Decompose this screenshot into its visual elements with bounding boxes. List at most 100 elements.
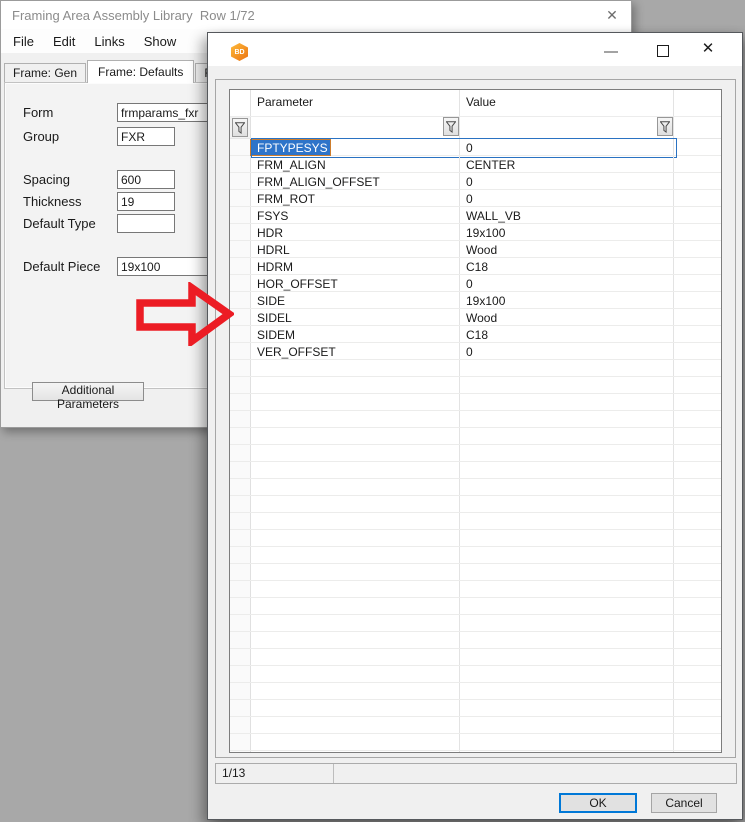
empty-row [230,360,721,377]
parameter-name: HDR [251,225,283,240]
parameter-name: HDRM [251,259,293,274]
table-row[interactable]: HDRM C18 [230,258,721,275]
empty-row [230,683,721,700]
parameter-name: SIDEM [251,327,295,342]
parameter-column-header: Parameter [251,90,459,109]
ok-button[interactable]: OK [559,793,637,813]
row-filter-funnel-button[interactable] [232,118,248,137]
parameter-value: Wood [460,242,497,257]
cancel-button[interactable]: Cancel [651,793,717,813]
maximize-icon[interactable] [657,45,669,57]
parameter-name: SIDE [251,293,285,308]
empty-row [230,615,721,632]
default-type-input[interactable] [117,214,175,233]
parameter-grid-panel: Parameter Value [215,79,736,758]
parameter-value: WALL_VB [460,208,521,223]
table-row[interactable]: FRM_ALIGN CENTER [230,156,721,173]
desktop: Framing Area Assembly Library Row 1/72 ✕… [0,0,745,822]
parameter-name: FRM_ALIGN [251,157,326,172]
parameter-value: 0 [460,174,473,189]
library-close-icon[interactable]: ✕ [601,6,623,24]
empty-row [230,751,721,753]
value-filter-funnel-button[interactable] [657,117,673,136]
empty-row [230,649,721,666]
table-row[interactable]: HDRL Wood [230,241,721,258]
empty-row [230,734,721,751]
tab-label: Frame: Gen [13,66,77,80]
table-row[interactable]: FPTYPESYS 0 [230,139,721,156]
spacing-input[interactable] [117,170,175,189]
empty-row [230,700,721,717]
parameter-value: 19x100 [460,293,505,308]
empty-row [230,513,721,530]
additional-parameters-button[interactable]: Additional Parameters [32,382,144,401]
form-label: Form [23,105,53,120]
row-count-indicator: 1/13 [216,764,334,783]
menu-item[interactable]: Edit [50,32,78,51]
parameter-filter-funnel-button[interactable] [443,117,459,136]
value-column-header: Value [460,90,673,109]
parameter-name: FRM_ROT [251,191,315,206]
parameter-value: 0 [460,191,473,206]
parameter-value: Wood [460,310,497,325]
empty-row [230,394,721,411]
filter-row [230,117,721,139]
parameter-name: HOR_OFFSET [251,276,338,291]
parameters-dialog: BD ✕ Parameter Value [207,32,743,820]
table-row[interactable]: SIDEL Wood [230,309,721,326]
parameter-name: HDRL [251,242,290,257]
funnel-icon [660,121,670,133]
value-filter-input[interactable] [460,117,656,138]
table-row[interactable]: FSYS WALL_VB [230,207,721,224]
dialog-titlebar: BD ✕ [208,33,742,66]
empty-row [230,547,721,564]
param-table-rows: FPTYPESYS 0 FRM_ALIGN CENTER [230,139,721,753]
tab-label: Frame: Defaults [98,65,183,79]
menu-item[interactable]: Show [141,32,180,51]
group-label: Group [23,129,59,144]
parameter-value: 0 [460,276,473,291]
parameter-value: 19x100 [460,225,505,240]
empty-row [230,428,721,445]
empty-row [230,496,721,513]
parameter-value: CENTER [460,157,515,172]
parameter-value: 0 [460,344,473,359]
parameter-name: FPTYPESYS [251,140,330,155]
empty-row [230,479,721,496]
table-row[interactable]: FRM_ALIGN_OFFSET 0 [230,173,721,190]
table-header-row: Parameter Value [230,90,721,117]
table-row[interactable]: FRM_ROT 0 [230,190,721,207]
table-row[interactable]: VER_OFFSET 0 [230,343,721,360]
minimize-icon[interactable] [604,51,618,53]
empty-row [230,598,721,615]
default-type-label: Default Type [23,216,96,231]
empty-row [230,445,721,462]
funnel-icon [446,121,456,133]
thickness-input[interactable] [117,192,175,211]
parameter-value: 0 [460,140,473,155]
parameter-table: Parameter Value [229,89,722,753]
table-row[interactable]: HOR_OFFSET 0 [230,275,721,292]
library-window-title: Framing Area Assembly Library Row 1/72 [12,8,255,23]
close-icon[interactable]: ✕ [697,39,719,59]
menu-item[interactable]: Links [91,32,127,51]
parameter-name: SIDEL [251,310,292,325]
funnel-icon [235,122,245,134]
parameter-filter-input[interactable] [251,117,442,138]
status-bar: 1/13 [215,763,737,784]
bd-app-icon: BD [231,43,248,61]
parameter-value: C18 [460,259,488,274]
parameter-name: FRM_ALIGN_OFFSET [251,174,380,189]
spacing-label: Spacing [23,172,70,187]
parameter-name: VER_OFFSET [251,344,336,359]
tab[interactable]: Frame: Gen [4,63,86,82]
empty-row [230,581,721,598]
tab[interactable]: Frame: Defaults [87,60,194,83]
table-row[interactable]: SIDE 19x100 [230,292,721,309]
group-input[interactable] [117,127,175,146]
empty-row [230,530,721,547]
table-row[interactable]: HDR 19x100 [230,224,721,241]
table-row[interactable]: SIDEM C18 [230,326,721,343]
empty-row [230,411,721,428]
menu-item[interactable]: File [10,32,37,51]
